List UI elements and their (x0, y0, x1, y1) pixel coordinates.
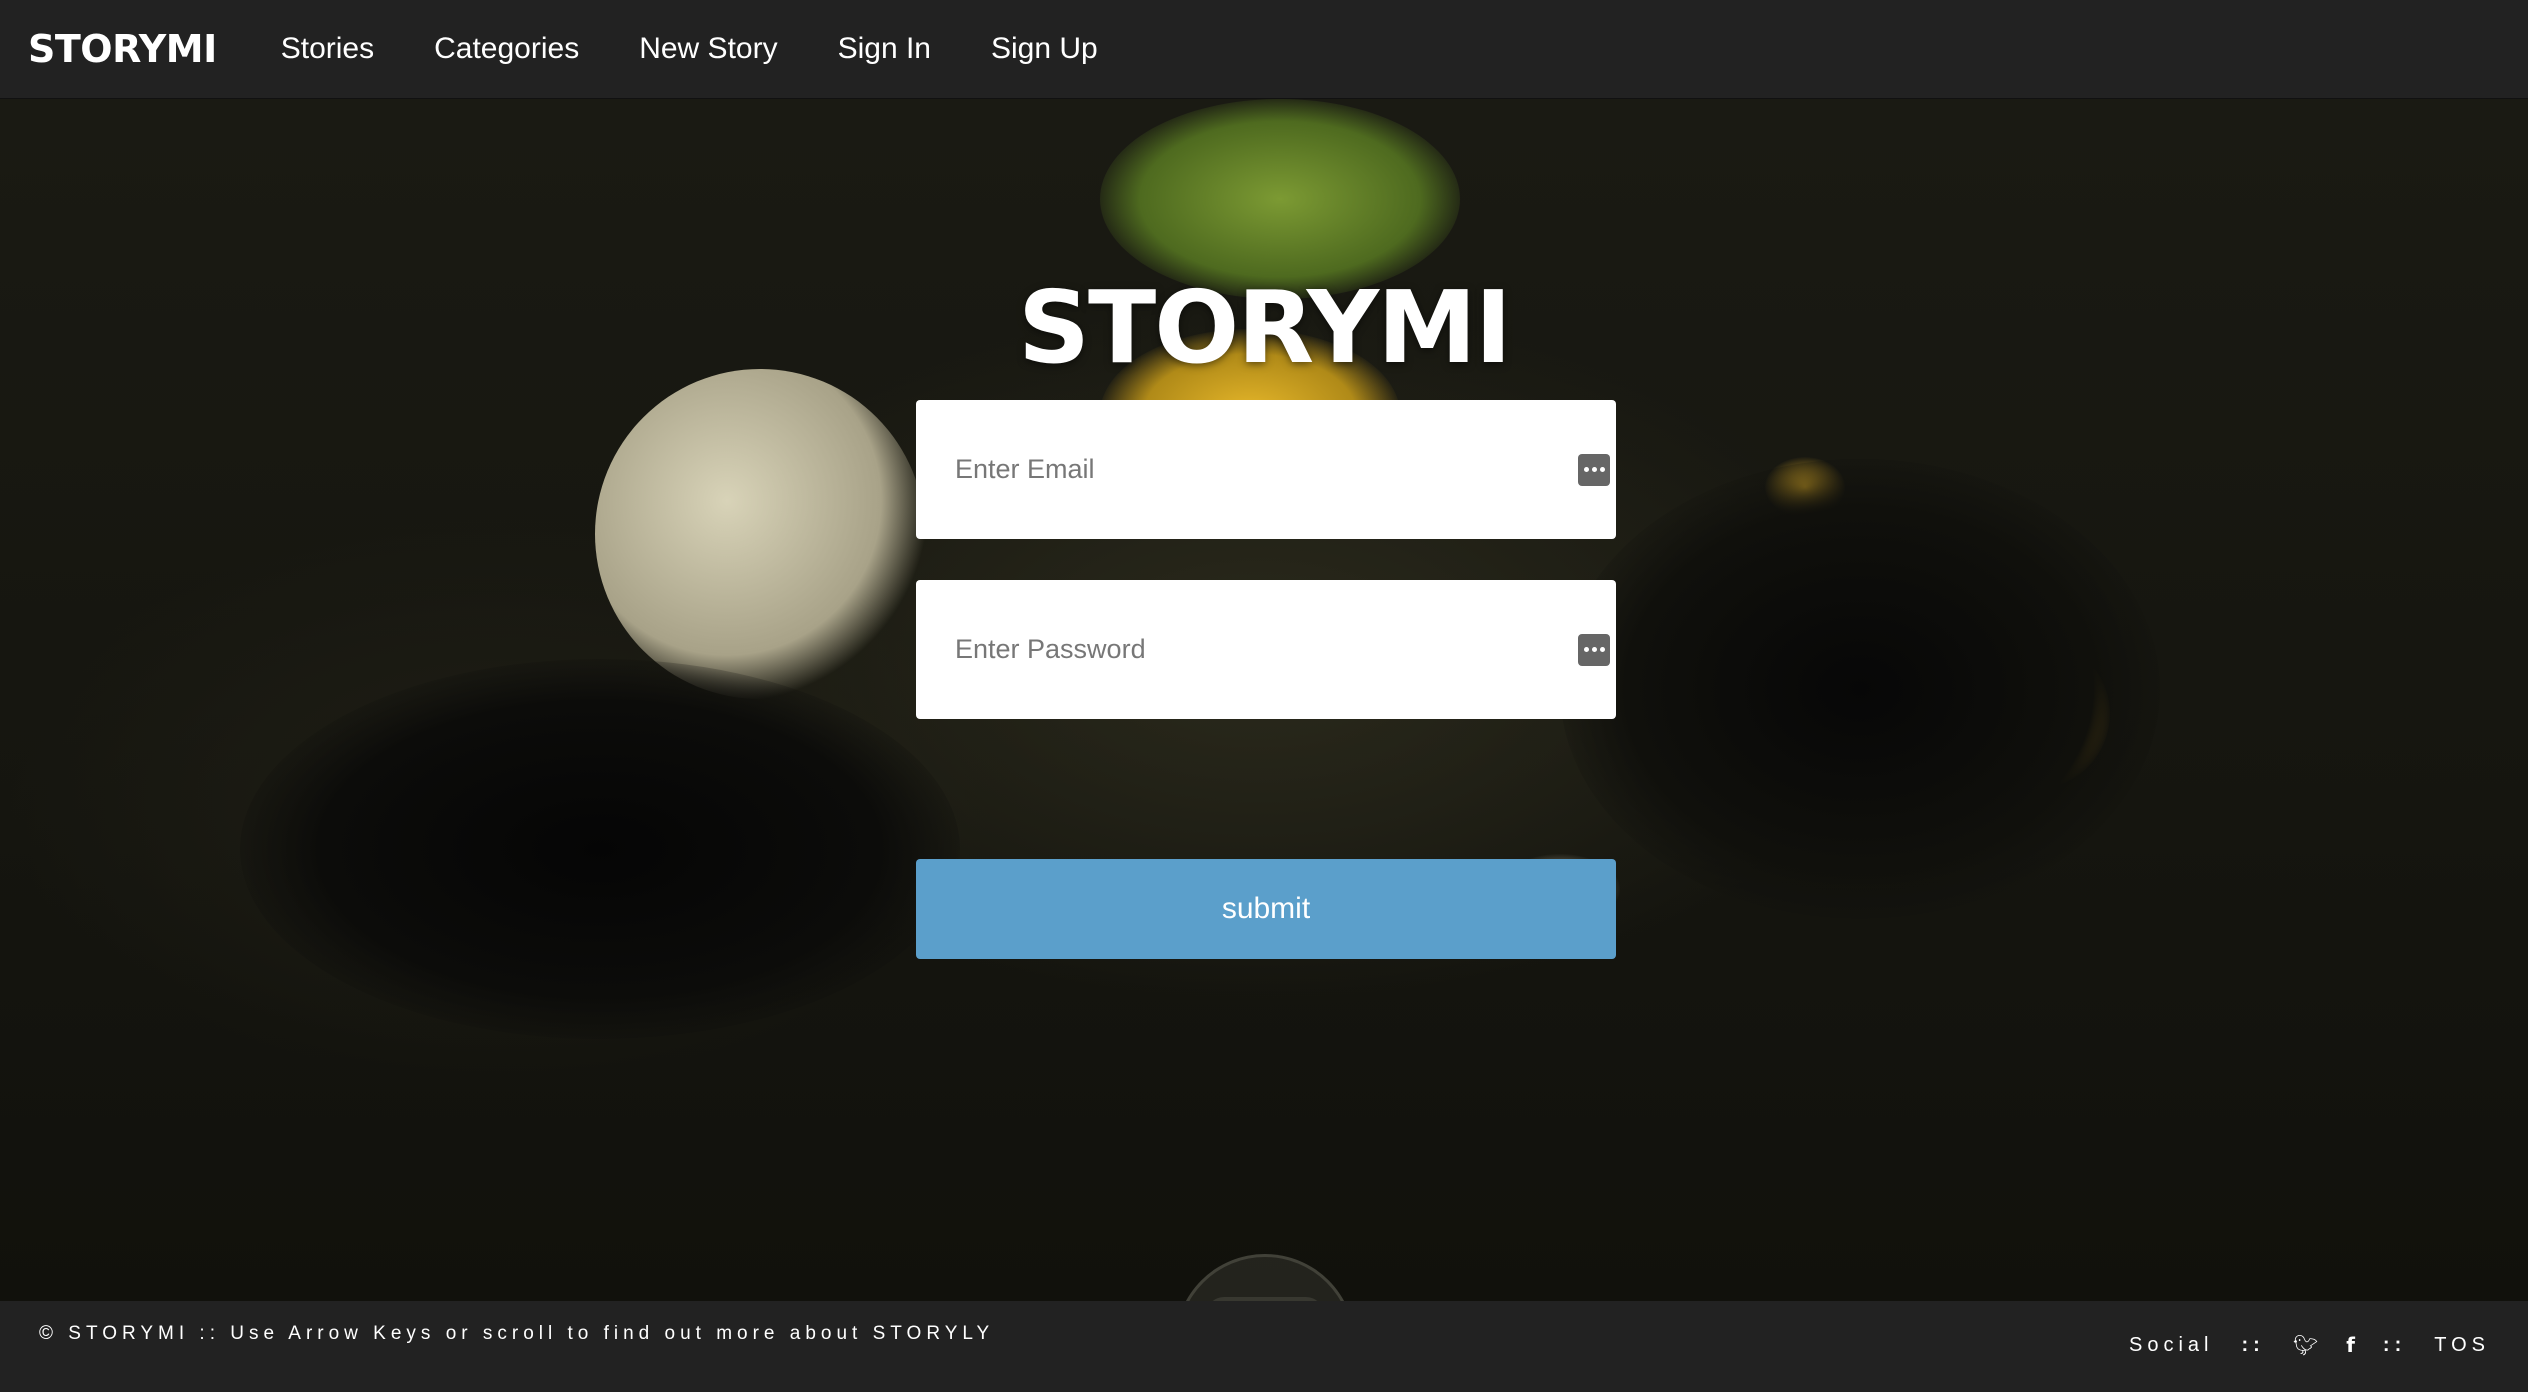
submit-button[interactable]: submit (916, 859, 1616, 959)
footer: © STORYMI :: Use Arrow Keys or scroll to… (0, 1301, 2528, 1392)
email-field[interactable] (916, 400, 1616, 539)
brand-logo[interactable]: STORYMI (28, 27, 217, 71)
dark-rock-right (1560, 459, 2160, 919)
nav-link-stories[interactable]: Stories (281, 32, 374, 66)
top-navbar: STORYMI Stories Categories New Story Sig… (0, 0, 2528, 99)
password-input[interactable] (916, 580, 1616, 719)
nav-link-sign-in[interactable]: Sign In (838, 32, 931, 66)
password-manager-icon[interactable] (1578, 453, 1610, 486)
footer-separator: :: (2241, 1333, 2265, 1356)
dark-rock-left (240, 659, 960, 1039)
nav-link-categories[interactable]: Categories (434, 32, 579, 66)
hero-title: STORYMI (1018, 269, 1512, 386)
tos-link[interactable]: TOS (2434, 1334, 2490, 1357)
footer-separator: :: (2382, 1333, 2407, 1356)
nav-link-sign-up[interactable]: Sign Up (991, 32, 1098, 66)
twitter-icon[interactable]: 🐦︎ (2293, 1333, 2318, 1357)
pale-moon-shape (595, 369, 925, 699)
social-label: Social (2129, 1333, 2214, 1356)
email-input[interactable] (916, 400, 1616, 539)
nav-link-new-story[interactable]: New Story (639, 32, 777, 66)
footer-links: Social :: 🐦︎ f :: TOS (2101, 1333, 2490, 1357)
password-manager-icon[interactable] (1578, 633, 1610, 666)
password-field[interactable] (916, 580, 1616, 719)
hero-background: STORYMI submit (0, 99, 2528, 1301)
footer-copyright: © STORYMI :: Use Arrow Keys or scroll to… (39, 1323, 995, 1344)
storymi-seal-icon (1175, 1254, 1355, 1301)
facebook-icon[interactable]: f (2346, 1333, 2355, 1357)
